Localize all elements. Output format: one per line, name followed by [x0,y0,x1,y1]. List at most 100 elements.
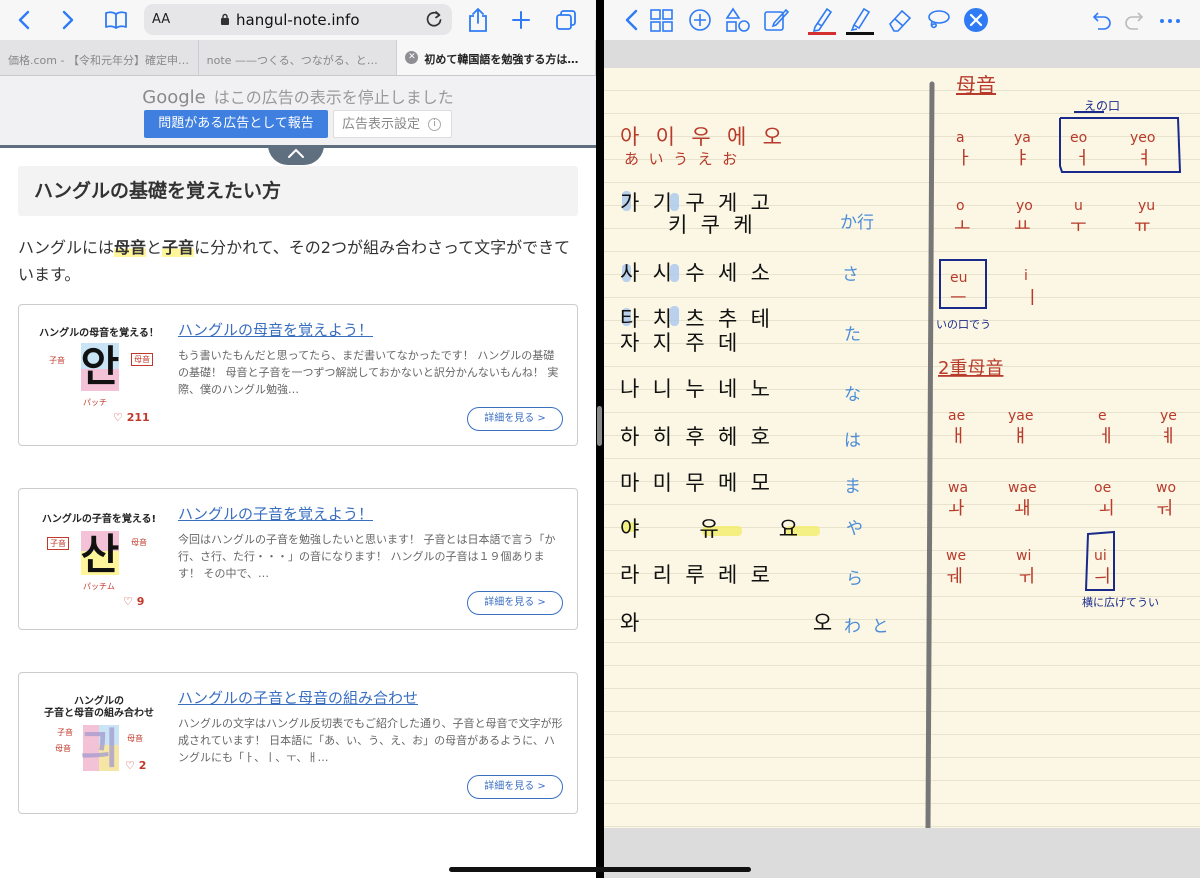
text-edit-icon[interactable] [762,5,790,35]
shapes-icon[interactable] [724,5,752,35]
split-view-handle[interactable] [597,406,602,446]
svg-text:ae: ae [948,408,965,424]
details-button[interactable]: 詳細を見る > [467,775,563,799]
svg-text:yo: yo [1016,198,1033,214]
highlighter-icon[interactable] [846,5,874,35]
bookmarks-button[interactable] [98,0,134,40]
svg-text:ㅠ: ㅠ [1134,216,1151,237]
card-title-link[interactable]: ハングルの子音を覚えよう！ [178,503,373,524]
report-ad-button[interactable]: 問題がある広告として報告 [144,110,328,138]
svg-text:ㅔ: ㅔ [1098,426,1115,447]
home-indicator[interactable] [449,867,751,872]
svg-text:わ と: わ と [844,617,889,637]
svg-text:や: や [846,519,863,539]
close-icon[interactable] [962,5,990,35]
svg-text:ㅞ: ㅞ [946,566,963,587]
svg-text:ㅜ: ㅜ [1070,216,1087,237]
row-ka-2: 키 쿠 케 [668,213,753,237]
svg-text:ㅚ: ㅚ [1098,498,1115,519]
text-size-button[interactable]: AA [152,12,170,27]
card-description: 今回はハングルの子音を勉強したいと思います！ 子音とは日本語で言う「か行、さ行、… [178,533,556,580]
more-icon[interactable] [1156,5,1184,35]
tab-kakaku[interactable]: 価格.com - 【令和元年分】確定申告… [0,40,199,75]
svg-text:ㅗ: ㅗ [954,216,971,237]
chevron-right-icon [62,10,74,30]
card-thumbnail: ハングルの母音を覚える！ 안 子音 母音 パッチ ♡ 211 [39,328,159,424]
grid-icon[interactable] [648,5,676,35]
svg-text:た: た [844,325,861,345]
undo-icon[interactable] [1086,5,1114,35]
details-button[interactable]: 詳細を見る > [467,591,563,615]
pen-icon[interactable] [808,5,836,35]
details-button[interactable]: 詳細を見る > [467,407,563,431]
share-button[interactable] [462,4,494,36]
svg-text:yeo: yeo [1130,130,1155,146]
eraser-icon[interactable] [886,5,914,35]
tabs-overview-button[interactable] [550,4,582,36]
svg-text:o: o [956,198,965,214]
svg-text:ui: ui [1094,548,1107,564]
tab-note[interactable]: note ——つくる、つながる、とど… [199,40,398,75]
svg-text:ㅝ: ㅝ [1156,498,1173,519]
svg-text:ㅏ: ㅏ [956,148,973,169]
row-a-kana: あ い う え お [624,150,737,168]
like-count: ♡ 211 [113,411,150,424]
svg-text:ま: ま [844,477,861,497]
back-button[interactable] [6,0,42,40]
row-a: 아 이 우 에 오 [620,125,783,149]
card-title-link[interactable]: ハングルの母音を覚えよう！ [178,319,373,340]
notes-pane: 아 이 우 에 오 あ い う え お 가 기 구 게 고 키 쿠 케 사 시 … [604,0,1200,878]
svg-text:eo: eo [1070,130,1087,146]
close-icon[interactable]: ✕ [405,51,419,64]
card-thumbnail: ハングルの子音を覚える! 산 子音 母音 パッチム ♡ 9 [41,514,157,608]
lasso-icon[interactable] [924,5,952,35]
svg-text:i: i [1024,268,1028,284]
handwritten-notes: 아 이 우 에 오 あ い う え お 가 기 구 게 고 키 쿠 케 사 시 … [620,73,1182,828]
tab-hangul-note[interactable]: ✕ 初めて韓国語を勉強する方は「こ… [397,40,596,75]
svg-text:か行: か行 [840,213,874,233]
svg-text:ㅛ: ㅛ [1014,216,1031,237]
eu-note: いの口でう [936,318,991,331]
svg-text:wi: wi [1016,548,1031,564]
redo-icon[interactable] [1122,5,1150,35]
ad-stopped-message: Google はこの広告の表示を停止しました [142,87,454,108]
hangul-character: 산 [80,530,120,579]
vowel-table: a ㅏ ya ㅑ eo ㅓ yeo ㅕ o ㅗ yo ㅛ u ㅜ yu ㅠ [954,130,1155,237]
card-title-link[interactable]: ハングルの子音と母音の組み合わせ [178,687,418,708]
svg-text:ㅢ: ㅢ [1094,566,1111,587]
info-icon: i [428,118,442,131]
row-ra: 라 리 루 레 로 [620,563,770,587]
row-na: 나 니 누 네 노 [620,377,770,401]
hangul-rows: 아 이 우 에 오 あ い う え お 가 기 구 게 고 키 쿠 케 사 시 … [620,125,832,635]
tab-bar: 価格.com - 【令和元年分】確定申告… note ——つくる、つながる、とど… [0,40,596,76]
book-icon [105,11,127,29]
ad-settings-button[interactable]: 広告表示設定 i [333,110,452,138]
svg-text:ㅙ: ㅙ [1014,498,1031,519]
row-wa: 와 오 [620,611,832,635]
section-heading: ハングルの基礎を覚えたい方 [18,166,578,216]
reload-icon[interactable] [424,9,444,29]
svg-text:yae: yae [1008,408,1033,424]
svg-text:ㅕ: ㅕ [1136,148,1153,169]
share-icon [469,8,487,32]
article-card-combinations[interactable]: ハングルの 子音と母音の組み合わせ 긔 子音 母音 母音 ♡ 2 ハングルの子音… [18,672,578,814]
article-card-vowels[interactable]: ハングルの母音を覚える！ 안 子音 母音 パッチ ♡ 211 ハングルの母音を覚… [18,304,578,446]
add-page-icon[interactable] [686,5,714,35]
address-bar[interactable]: AA hangul-note.info [144,4,452,35]
hangul-character: 긔 [80,724,120,773]
back-chevron-icon[interactable] [618,5,646,35]
svg-text:wo: wo [1156,480,1176,496]
svg-text:u: u [1074,198,1083,214]
intro-paragraph: ハングルには母音と子音に分かれて、その2つが組み合わさって文字ができています。 [18,238,571,284]
tabs-icon [556,10,576,30]
svg-text:eu: eu [950,270,968,286]
row-ma: 마 미 무 메 모 [620,471,770,495]
kana-row-labels: か行 さ た な は ま や ら わ と [840,213,889,637]
article-card-consonants[interactable]: ハングルの子音を覚える! 산 子音 母音 パッチム ♡ 9 ハングルの子音を覚え… [18,488,578,630]
safari-toolbar: AA hangul-note.info [0,0,596,40]
forward-button[interactable] [50,0,86,40]
new-tab-button[interactable] [505,4,537,36]
ad-collapse-tab[interactable] [268,145,324,165]
svg-text:ㅟ: ㅟ [1018,566,1035,587]
svg-text:ら: ら [846,569,863,589]
